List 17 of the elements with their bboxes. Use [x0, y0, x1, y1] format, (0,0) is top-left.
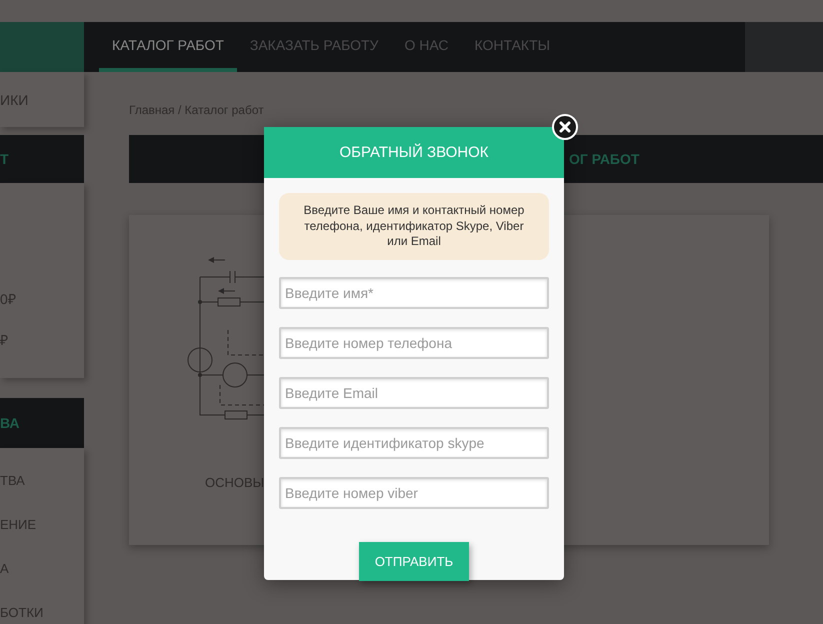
info-text: Введите Ваше имя и контактный номер телефона, идентификатор Skype, Viber или Email [304, 203, 524, 248]
input-field[interactable]: Введите номер телефона [279, 326, 549, 359]
sidebar-item[interactable]: ₽ [0, 330, 84, 349]
page-title: ОГ РАБОТ [569, 151, 640, 167]
close-icon[interactable] [552, 114, 578, 140]
input-field[interactable]: Введите номер viber [279, 476, 549, 509]
input-field[interactable]: Введите Email [279, 376, 549, 409]
nav-link[interactable]: КОНТАКТЫ [462, 22, 564, 72]
sidebar-heading: Т [0, 151, 9, 167]
nav-link[interactable]: ЗАКАЗАТЬ РАБОТУ [236, 22, 392, 72]
submit-button[interactable]: ОТПРАВИТЬ [359, 542, 469, 581]
sidebar-heading: ВА [0, 415, 20, 431]
input-field[interactable]: Введите имя* [279, 276, 549, 309]
nav-link[interactable]: О НАС [391, 22, 462, 72]
dialog-title: ОБРАТНЫЙ ЗВОНОК [339, 144, 489, 161]
input-field[interactable]: Введите идентификатор skype [279, 426, 549, 459]
nav-link[interactable]: КАТАЛОГ РАБОТ [99, 22, 237, 72]
